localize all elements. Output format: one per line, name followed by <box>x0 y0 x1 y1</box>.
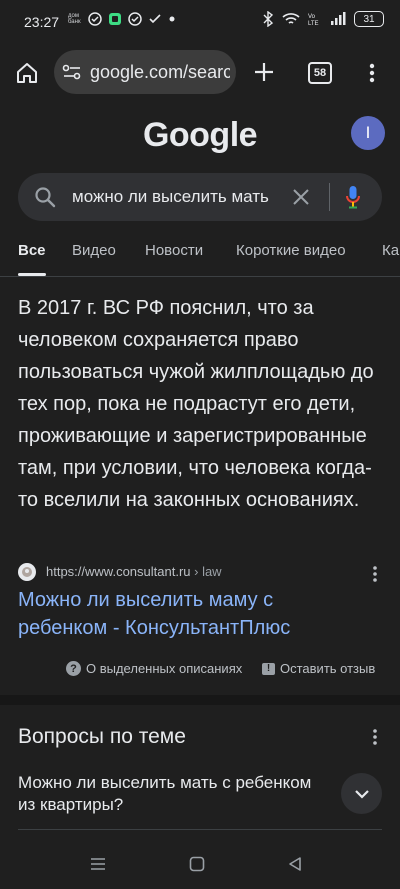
notification-icons: дом банк <box>68 12 176 26</box>
battery-indicator: 31 <box>354 11 384 27</box>
back-triangle-icon <box>289 857 301 871</box>
recents-button[interactable] <box>88 854 108 874</box>
more-options-icon[interactable] <box>372 729 378 745</box>
source-path: › law <box>190 564 222 579</box>
home-nav-button[interactable] <box>187 854 207 874</box>
related-question-item[interactable]: Можно ли выселить мать с ребенком из ква… <box>18 772 328 816</box>
tab-all[interactable]: Все <box>18 242 46 259</box>
back-button[interactable] <box>285 854 305 874</box>
new-tab-button[interactable] <box>252 60 276 84</box>
search-tabs: Все Видео Новости Короткие видео Ка <box>0 237 400 277</box>
account-avatar[interactable]: I <box>351 116 385 150</box>
section-separator <box>0 695 400 705</box>
menu-icon <box>91 858 105 870</box>
volte-icon: VoLTE <box>308 14 319 26</box>
about-snippets-link[interactable]: ? О выделенных описаниях <box>66 661 242 676</box>
google-logo[interactable]: Google <box>0 116 400 155</box>
more-options-icon[interactable] <box>372 566 378 582</box>
bank-notification-label: дом банк <box>68 13 81 25</box>
wifi-icon <box>282 13 300 24</box>
microphone-icon[interactable] <box>345 185 361 209</box>
featured-snippet-text: В 2017 г. ВС РФ пояснил, что за человеко… <box>18 297 374 511</box>
tab-short-videos[interactable]: Короткие видео <box>236 242 346 259</box>
about-snippets-label: О выделенных описаниях <box>86 661 243 676</box>
tab-news[interactable]: Новости <box>145 242 203 259</box>
related-questions-title: Вопросы по теме <box>18 725 186 748</box>
svg-text:LTE: LTE <box>308 21 319 26</box>
system-navigation-bar <box>0 839 400 889</box>
signal-icon <box>331 12 346 25</box>
tabs-divider <box>0 276 400 277</box>
question-divider <box>18 829 382 830</box>
expand-question-button[interactable] <box>341 773 382 814</box>
search-box[interactable]: можно ли выселить мать <box>18 173 382 221</box>
search-input[interactable]: можно ли выселить мать <box>72 187 269 207</box>
consultant-favicon <box>18 563 36 581</box>
site-settings-icon[interactable] <box>62 63 82 81</box>
related-questions: Вопросы по теме Можно ли выселить мать с… <box>0 705 400 839</box>
more-vert-icon <box>369 63 375 83</box>
check-circle-icon <box>88 12 102 26</box>
check-circle-icon <box>128 12 142 26</box>
tab-more[interactable]: Ка <box>382 242 399 259</box>
feedback-icon: ! <box>262 662 275 675</box>
url-text: google.com/search <box>90 62 230 82</box>
chevron-down-icon <box>354 789 369 799</box>
menu-button[interactable] <box>364 61 380 85</box>
search-divider <box>329 183 330 211</box>
bluetooth-icon <box>263 11 274 27</box>
source-url[interactable]: https://www.consultant.ru › law <box>46 564 222 579</box>
search-results-page: Google I можно ли выселить мать Все Виде… <box>0 102 400 839</box>
clear-icon[interactable] <box>292 188 310 206</box>
home-button[interactable] <box>14 61 40 85</box>
snippet-source[interactable]: https://www.consultant.ru › law <box>18 562 384 584</box>
address-bar[interactable]: google.com/search <box>54 50 236 94</box>
svg-text:Vo: Vo <box>308 14 316 20</box>
status-bar: 23:27 дом банк Vo LTE 31 <box>0 0 400 44</box>
plus-icon <box>255 63 273 81</box>
app-notification-icon <box>109 13 121 25</box>
search-icon <box>35 187 56 208</box>
snippet-feedback-row: ? О выделенных описаниях ! Оставить отзы… <box>0 659 400 681</box>
dot-icon <box>169 16 175 22</box>
browser-toolbar: google.com/search 58 <box>0 44 400 102</box>
tab-switcher-button[interactable]: 58 <box>306 61 334 85</box>
help-icon: ? <box>66 661 81 676</box>
home-icon <box>17 63 37 83</box>
tab-video[interactable]: Видео <box>72 242 116 259</box>
status-time: 23:27 <box>24 14 60 30</box>
result-title-link[interactable]: Можно ли выселить маму с ребенком - Конс… <box>18 586 358 642</box>
system-icons: Vo LTE 31 <box>262 11 384 27</box>
feedback-label: Оставить отзыв <box>280 661 376 676</box>
tabs-count: 58 <box>308 62 332 84</box>
feedback-link[interactable]: ! Оставить отзыв <box>262 661 375 676</box>
check-icon <box>149 14 161 24</box>
square-icon <box>189 856 205 872</box>
